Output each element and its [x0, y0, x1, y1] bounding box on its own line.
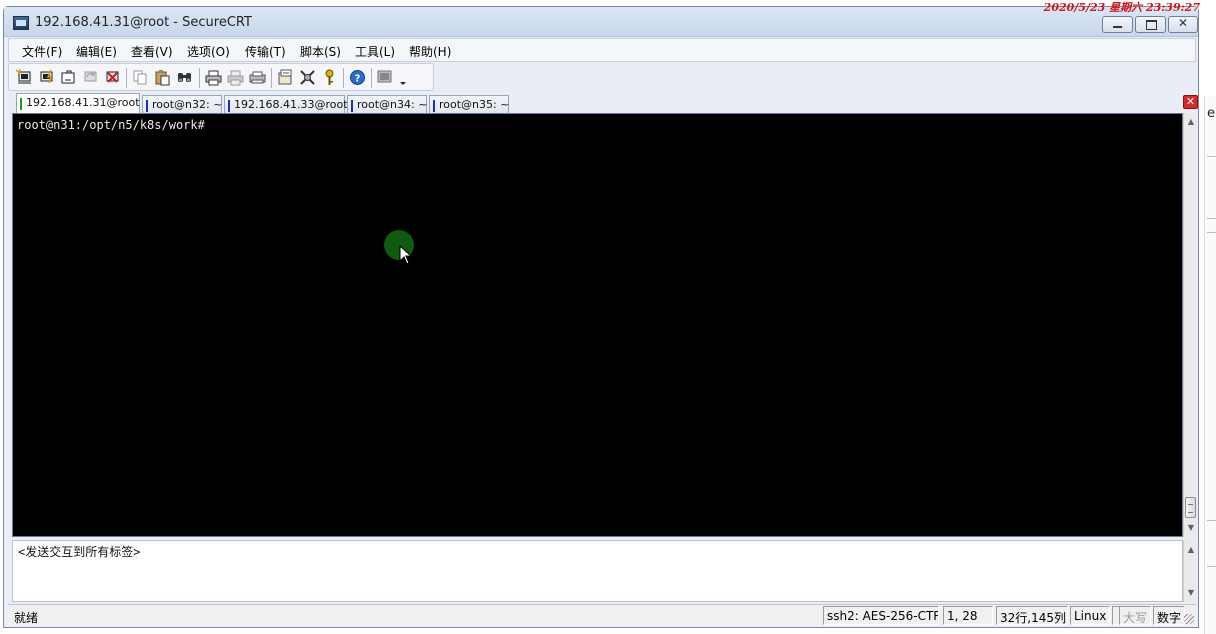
- toolbar-separator: [126, 68, 127, 88]
- shell-prompt: root@n31:/opt/n5/k8s/work#: [17, 118, 205, 132]
- status-os: Linux: [1070, 606, 1110, 625]
- global-options-icon[interactable]: [299, 69, 316, 86]
- title-bar[interactable]: 192.168.41.31@root - SecureCRT ✕: [4, 7, 1198, 37]
- print-selection-icon[interactable]: [227, 69, 244, 86]
- copy-icon[interactable]: [132, 69, 149, 86]
- tab-status-marker: [146, 100, 148, 112]
- keymap-icon[interactable]: [321, 69, 338, 86]
- background-window-divider: [1207, 156, 1216, 157]
- scroll-up-icon[interactable]: ▲: [1186, 117, 1196, 127]
- disconnect-icon[interactable]: [104, 69, 121, 86]
- screen-options-icon[interactable]: [377, 69, 394, 86]
- help-icon[interactable]: ?: [349, 69, 366, 86]
- window-title: 192.168.41.31@root - SecureCRT: [35, 15, 252, 30]
- scroll-down-icon[interactable]: ▼: [1186, 523, 1196, 533]
- tab-status-marker: [228, 100, 230, 112]
- securecrt-app-icon[interactable]: [13, 16, 29, 30]
- scrollbar-thumb[interactable]: [1185, 497, 1196, 518]
- tab-session-192-168-41-33[interactable]: 192.168.41.33@root: [224, 95, 348, 115]
- send-to-all-label: <发送交互到所有标签>: [18, 545, 141, 559]
- print-setup-icon[interactable]: [249, 69, 266, 86]
- menu-transfer[interactable]: 传输(T): [245, 43, 286, 60]
- scroll-down-icon[interactable]: ▼: [1186, 588, 1196, 598]
- reconnect-icon[interactable]: [82, 69, 99, 86]
- background-window-divider: [1207, 218, 1216, 219]
- tab-label: root@n34: ~: [357, 98, 428, 111]
- menu-tools[interactable]: 工具(L): [355, 43, 395, 60]
- securecrt-window: 192.168.41.31@root - SecureCRT ✕ 文件(F) 编…: [3, 6, 1199, 628]
- scroll-up-icon[interactable]: ▲: [1186, 545, 1196, 555]
- terminal-scrollbar[interactable]: ▲ ▼: [1183, 113, 1197, 537]
- background-window-divider: [1207, 232, 1216, 233]
- background-window: [1204, 96, 1216, 634]
- background-window-divider: [1207, 566, 1216, 567]
- menu-script[interactable]: 脚本(S): [300, 43, 341, 60]
- toolbar: ?: [8, 63, 434, 91]
- send-pane-scrollbar[interactable]: ▲ ▼: [1183, 540, 1197, 602]
- status-numlock: 数字: [1153, 606, 1185, 625]
- status-capslock: 大写: [1119, 606, 1151, 625]
- tab-status-marker: [20, 98, 22, 110]
- menu-options[interactable]: 选项(O): [187, 43, 230, 60]
- tab-session-root-n34[interactable]: root@n34: ~: [347, 95, 427, 115]
- tab-label: 192.168.41.31@root: [26, 96, 140, 109]
- tab-label: root@n32: ~: [152, 98, 223, 111]
- tab-session-root-n35[interactable]: root@n35: ~: [429, 95, 509, 115]
- connect-icon[interactable]: [16, 69, 33, 86]
- resize-grip-icon[interactable]: [1184, 614, 1194, 624]
- background-window-divider: [1207, 520, 1216, 521]
- session-tabs: 192.168.41.31@root root@n32: ~ 192.168.4…: [8, 93, 1198, 115]
- send-to-all-pane[interactable]: <发送交互到所有标签>: [12, 540, 1183, 602]
- minimize-button[interactable]: [1102, 16, 1133, 33]
- status-cipher: ssh2: AES-256-CTR: [823, 606, 939, 625]
- chevron-down-icon[interactable]: [398, 69, 408, 86]
- maximize-button[interactable]: [1135, 16, 1166, 33]
- svg-text:?: ?: [355, 74, 361, 85]
- status-terminal-size: 32行,145列: [996, 606, 1068, 625]
- status-ready: 就绪: [14, 611, 39, 625]
- tab-label: root@n35: ~: [439, 98, 510, 111]
- menu-help[interactable]: 帮助(H): [409, 43, 451, 60]
- menu-bar: 文件(F) 编辑(E) 查看(V) 选项(O) 传输(T) 脚本(S) 工具(L…: [8, 38, 1196, 62]
- toolbar-separator: [271, 68, 272, 88]
- background-window-text: e: [1207, 106, 1215, 121]
- terminal-screen[interactable]: root@n31:/opt/n5/k8s/work#: [12, 113, 1183, 537]
- tab-status-marker: [351, 100, 353, 112]
- find-icon[interactable]: [176, 69, 193, 86]
- clock-overlay: 2020/5/23 星期六 23:39:27: [1043, 1, 1200, 14]
- close-icon: ✕: [1177, 16, 1189, 30]
- status-bar: 就绪 ssh2: AES-256-CTR 1, 28 32行,145列 Linu…: [8, 604, 1196, 626]
- toolbar-separator: [199, 68, 200, 88]
- mouse-pointer-icon: [399, 245, 413, 265]
- tab-session-root-n32[interactable]: root@n32: ~: [142, 95, 222, 115]
- tab-session-192-168-41-31[interactable]: 192.168.41.31@root: [16, 93, 140, 115]
- paste-icon[interactable]: [154, 69, 171, 86]
- close-window-button[interactable]: ✕: [1168, 16, 1198, 33]
- menu-file[interactable]: 文件(F): [22, 43, 62, 60]
- quick-connect-icon[interactable]: [38, 69, 55, 86]
- tab-status-marker: [433, 100, 435, 112]
- close-tab-button[interactable]: ✕: [1183, 95, 1198, 109]
- menu-edit[interactable]: 编辑(E): [76, 43, 117, 60]
- session-options-icon[interactable]: [277, 69, 294, 86]
- print-icon[interactable]: [205, 69, 222, 86]
- tab-label: 192.168.41.33@root: [234, 98, 348, 111]
- toolbar-separator: [371, 68, 372, 88]
- menu-view[interactable]: 查看(V): [131, 43, 173, 60]
- desktop: { "window": { "title": "192.168.41.31@ro…: [0, 0, 1216, 634]
- status-cursor-position: 1, 28: [943, 606, 993, 625]
- toolbar-separator: [343, 68, 344, 88]
- connect-in-tab-icon[interactable]: [60, 69, 77, 86]
